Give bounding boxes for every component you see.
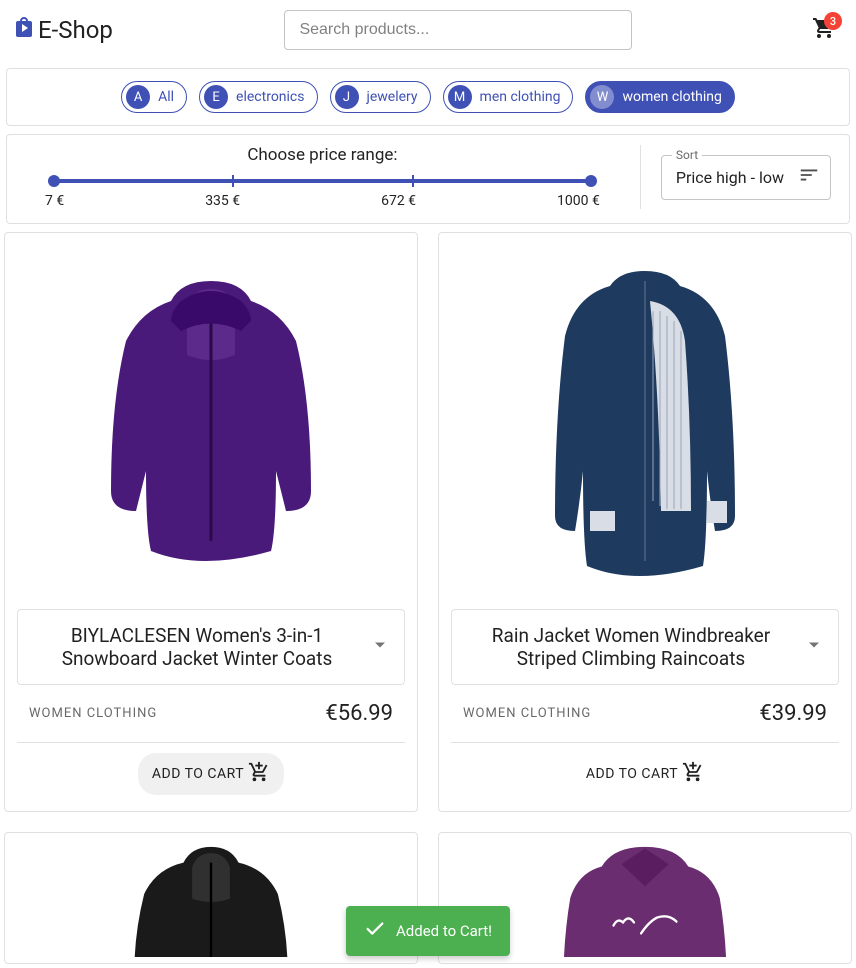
chip-avatar: M [448,85,472,109]
search-input[interactable] [284,10,632,50]
slider-label: 1000 € [557,193,600,209]
sort-icon [798,164,820,190]
price-slider[interactable] [53,179,592,183]
product-meta: WOMEN CLOTHING €39.99 [439,685,851,742]
product-image[interactable] [5,233,417,609]
product-category: WOMEN CLOTHING [29,706,157,721]
chip-avatar: J [335,85,359,109]
divider [640,145,641,209]
chip-electronics[interactable]: E electronics [199,81,317,113]
price-range: Choose price range: 7 € 335 € 672 € 1000… [25,145,620,209]
chip-women-clothing[interactable]: W women clothing [585,81,734,113]
chevron-down-icon [802,633,826,662]
add-to-cart-button[interactable]: ADD TO CART [572,753,718,795]
add-to-cart-label: ADD TO CART [152,766,244,782]
product-title: Rain Jacket Women Windbreaker Striped Cl… [468,624,794,670]
chip-all[interactable]: A All [121,81,187,113]
chip-label: women clothing [622,89,721,105]
chip-men-clothing[interactable]: M men clothing [443,81,574,113]
slider-thumb-max[interactable] [585,175,597,187]
product-meta: WOMEN CLOTHING €56.99 [5,685,417,742]
slider-label: 7 € [45,193,64,209]
product-price: €39.99 [759,701,827,726]
category-panel: A All E electronics J jewelery M men clo… [6,68,850,126]
add-to-cart-button[interactable]: ADD TO CART [138,753,284,795]
slider-label: 672 € [381,193,416,209]
shop-icon [12,15,36,45]
chip-avatar: A [126,85,150,109]
chip-avatar: W [590,85,614,109]
cart-button[interactable]: 3 [804,10,844,50]
chevron-down-icon [368,633,392,662]
product-price: €56.99 [325,701,393,726]
chip-label: All [158,89,174,105]
add-to-cart-label: ADD TO CART [586,766,678,782]
sort-value: Price high - low [676,168,784,187]
chip-label: electronics [236,89,304,105]
add-cart-icon [682,761,704,787]
slider-mark [412,175,414,187]
product-title-accordion[interactable]: Rain Jacket Women Windbreaker Striped Cl… [451,609,839,685]
chip-label: men clothing [480,89,561,105]
slider-label: 335 € [205,193,240,209]
slider-thumb-min[interactable] [48,175,60,187]
product-card: Rain Jacket Women Windbreaker Striped Cl… [438,232,852,812]
brand-text: E-Shop [38,16,113,44]
filter-panel: Choose price range: 7 € 335 € 672 € 1000… [6,134,850,224]
brand[interactable]: E-Shop [12,15,113,45]
chip-label: jewelery [367,89,418,105]
product-category: WOMEN CLOTHING [463,706,591,721]
check-icon [364,918,386,944]
sort-label: Sort [672,148,702,162]
toast-message: Added to Cart! [396,922,492,940]
slider-mark [232,175,234,187]
toast-success: Added to Cart! [346,906,510,956]
header: E-Shop 3 [0,0,856,68]
search-field [284,10,632,50]
sort-select[interactable]: Sort Price high - low [661,155,831,200]
product-grid: BIYLACLESEN Women's 3-in-1 Snowboard Jac… [0,232,856,812]
product-card: BIYLACLESEN Women's 3-in-1 Snowboard Jac… [4,232,418,812]
price-range-title: Choose price range: [45,145,600,165]
product-image[interactable] [439,233,851,609]
chips-row: A All E electronics J jewelery M men clo… [7,69,849,125]
product-title-accordion[interactable]: BIYLACLESEN Women's 3-in-1 Snowboard Jac… [17,609,405,685]
slider-labels: 7 € 335 € 672 € 1000 € [45,193,600,209]
cart-badge: 3 [824,12,842,30]
product-title: BIYLACLESEN Women's 3-in-1 Snowboard Jac… [34,624,360,670]
chip-jewelery[interactable]: J jewelery [330,81,431,113]
add-cart-icon [248,761,270,787]
chip-avatar: E [204,85,228,109]
